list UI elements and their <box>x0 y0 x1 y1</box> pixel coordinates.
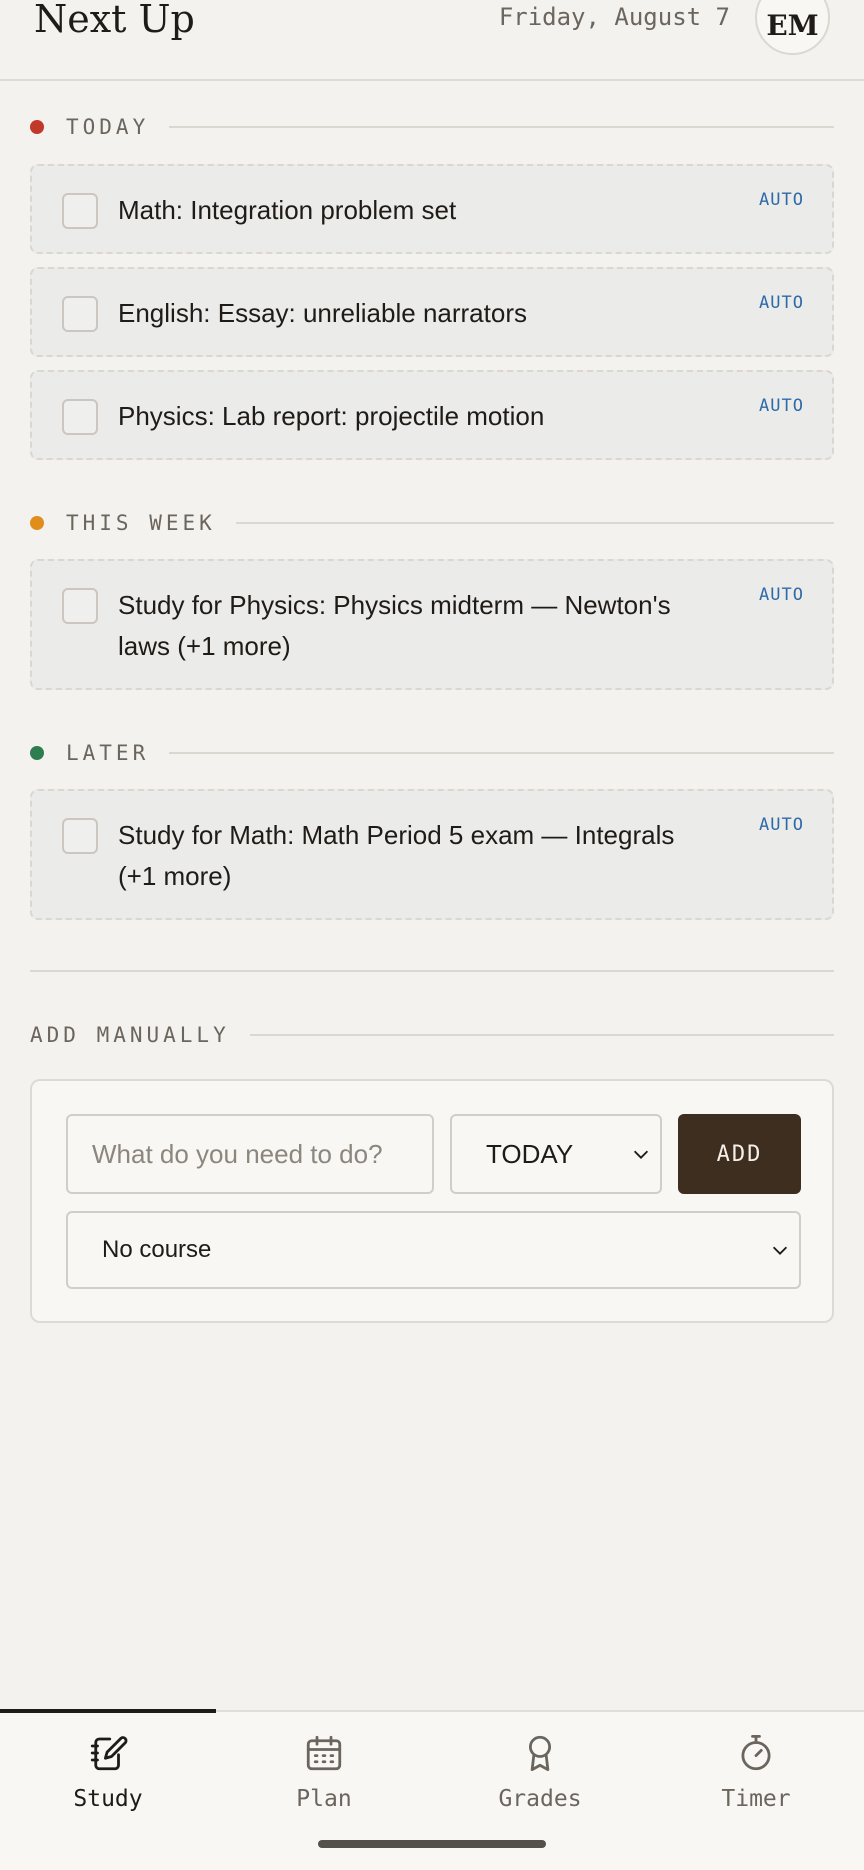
task-title: Study for Physics: Physics midterm — New… <box>118 590 671 661</box>
task-checkbox[interactable] <box>62 588 98 624</box>
task-checkbox[interactable] <box>62 296 98 332</box>
add-task-button[interactable]: ADD <box>678 1114 801 1194</box>
add-task-card: TODAY ADD No course <box>30 1079 834 1323</box>
app-header: Next Up Friday, August 7 EM <box>0 0 864 81</box>
auto-badge: AUTO <box>759 815 804 835</box>
section-label: LATER <box>66 741 150 765</box>
nav-label: Grades <box>498 1786 582 1812</box>
auto-badge: AUTO <box>759 190 804 210</box>
course-select-value: No course <box>102 1236 212 1263</box>
user-avatar[interactable]: EM <box>755 0 830 55</box>
section-rule <box>249 1034 834 1036</box>
section-label: TODAY <box>66 115 150 139</box>
auto-badge: AUTO <box>759 293 804 313</box>
task-title: Physics: Lab report: projectile motion <box>118 401 545 431</box>
auto-badge: AUTO <box>759 585 804 605</box>
chevron-down-icon <box>633 1150 649 1159</box>
calendar-icon <box>306 1735 342 1771</box>
new-task-input[interactable] <box>66 1114 434 1194</box>
add-manually-label: ADD MANUALLY <box>30 1023 230 1047</box>
section-label: THIS WEEK <box>66 511 216 535</box>
nav-label: Study <box>73 1786 143 1812</box>
when-select[interactable]: TODAY <box>450 1114 662 1194</box>
chevron-down-icon <box>772 1246 788 1255</box>
task-item[interactable]: Study for Physics: Physics midterm — New… <box>30 559 834 690</box>
nav-tab-timer[interactable]: Timer <box>648 1712 864 1822</box>
task-item[interactable]: Physics: Lab report: projectile motion A… <box>30 370 834 460</box>
add-manually-header: ADD MANUALLY <box>30 1020 834 1050</box>
nav-tab-study[interactable]: Study <box>0 1712 216 1822</box>
task-item[interactable]: Study for Math: Math Period 5 exam — Int… <box>30 789 834 920</box>
section-rule <box>235 522 834 524</box>
section-today-header: TODAY <box>30 112 834 142</box>
later-indicator-dot <box>30 746 44 760</box>
nav-tab-grades[interactable]: Grades <box>432 1712 648 1822</box>
nav-label: Plan <box>296 1786 352 1812</box>
course-select[interactable]: No course <box>66 1211 801 1289</box>
notebook-pencil-icon <box>90 1736 128 1771</box>
page-title: Next Up <box>34 0 195 41</box>
section-divider <box>30 970 834 972</box>
task-title: English: Essay: unreliable narrators <box>118 298 527 328</box>
when-select-value: TODAY <box>486 1138 574 1169</box>
auto-badge: AUTO <box>759 396 804 416</box>
nav-label: Timer <box>721 1786 791 1812</box>
task-checkbox[interactable] <box>62 193 98 229</box>
current-date: Friday, August 7 <box>498 3 730 31</box>
nav-tab-plan[interactable]: Plan <box>216 1712 432 1822</box>
task-checkbox[interactable] <box>62 399 98 435</box>
stopwatch-icon <box>741 1734 771 1771</box>
section-rule <box>169 752 834 754</box>
today-indicator-dot <box>30 120 44 134</box>
this-week-indicator-dot <box>30 516 44 530</box>
section-rule <box>169 126 834 128</box>
award-ribbon-icon <box>528 1735 552 1772</box>
task-item[interactable]: Math: Integration problem set AUTO <box>30 164 834 254</box>
section-later-header: LATER <box>30 738 834 768</box>
home-indicator[interactable] <box>318 1840 546 1848</box>
section-this-week-header: THIS WEEK <box>30 508 834 538</box>
task-title: Study for Math: Math Period 5 exam — Int… <box>118 820 675 891</box>
task-checkbox[interactable] <box>62 818 98 854</box>
task-item[interactable]: English: Essay: unreliable narrators AUT… <box>30 267 834 357</box>
task-title: Math: Integration problem set <box>118 195 457 225</box>
